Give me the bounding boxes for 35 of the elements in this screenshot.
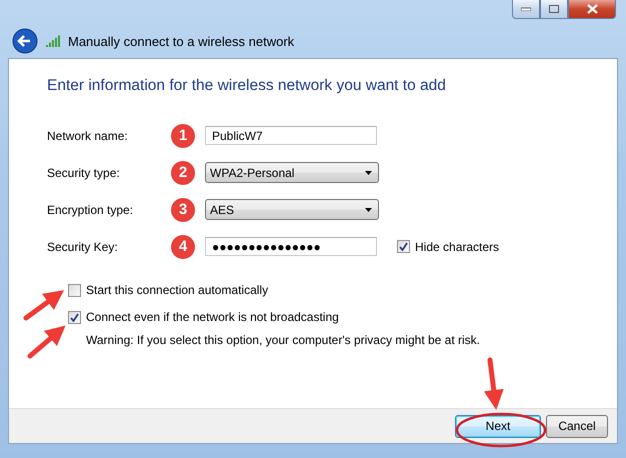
maximize-button[interactable] — [540, 0, 568, 19]
back-button[interactable] — [12, 28, 38, 54]
window-title: Manually connect to a wireless network — [68, 34, 294, 48]
arrow — [28, 326, 66, 358]
warning-text: Warning: If you select this option, your computer's privacy might be at risk. — [86, 333, 482, 347]
arrow — [24, 290, 64, 320]
cancel-button[interactable]: Cancel — [546, 414, 608, 438]
checkbox[interactable] — [68, 284, 81, 296]
arrow — [484, 358, 504, 410]
checkbox[interactable] — [397, 240, 410, 253]
minimize-icon — [521, 7, 531, 11]
minimize-button[interactable] — [512, 0, 540, 19]
input-field[interactable]: PublicW7 — [205, 126, 377, 145]
field-label: Encryption type: — [47, 202, 134, 216]
field-label: Security Key: — [47, 240, 119, 254]
step-marker: 2 — [171, 160, 195, 184]
heading: Enter information for the wireless network you want to add — [47, 77, 447, 95]
step-marker: 1 — [171, 124, 195, 148]
checkbox[interactable] — [68, 310, 81, 324]
checkbox-label: Start this connection automatically — [86, 283, 268, 297]
caret-icon — [365, 208, 372, 212]
signal-icon — [46, 35, 60, 47]
checkbox-label: Hide characters — [415, 240, 500, 254]
dropdown[interactable]: AES — [205, 199, 379, 220]
dropdown[interactable]: WPA2-Personal — [205, 162, 379, 183]
field-label: Network name: — [47, 128, 129, 142]
maximize-icon — [549, 5, 559, 13]
input-field[interactable]: ●●●●●●●●●●●●●●● — [205, 237, 377, 256]
step-marker: 3 — [171, 198, 195, 222]
caret-icon — [365, 170, 372, 174]
step-marker: 4 — [171, 234, 195, 258]
close-button[interactable] — [568, 0, 616, 19]
field-label: Security type: — [47, 166, 121, 180]
close-icon — [586, 4, 598, 14]
checkbox-label: Connect even if the network is not broadcasting — [86, 310, 339, 324]
